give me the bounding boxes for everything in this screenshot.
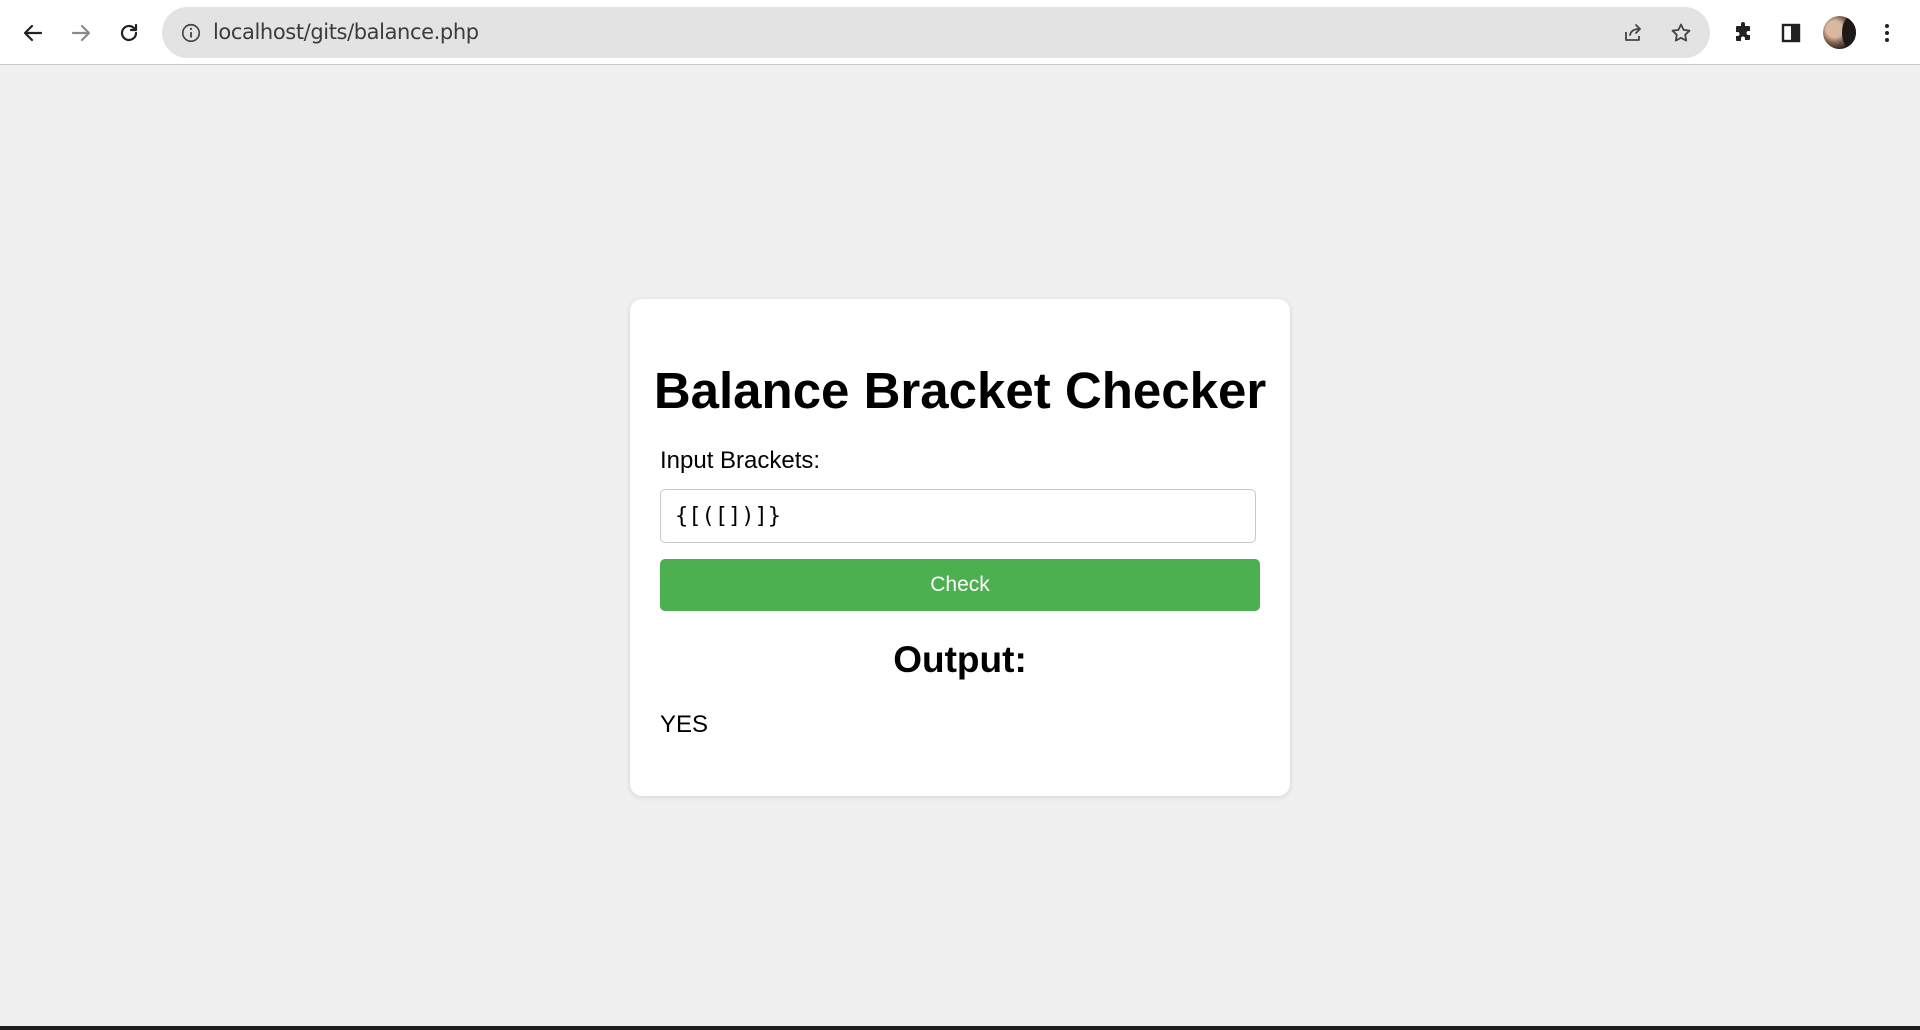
check-button[interactable]: Check: [660, 559, 1260, 611]
arrow-right-icon: [71, 24, 90, 41]
browser-toolbar: localhost/gits/balance.php: [0, 0, 1920, 65]
output-heading: Output:: [893, 639, 1027, 680]
reload-button[interactable]: [110, 14, 147, 51]
info-icon[interactable]: [178, 20, 203, 45]
kebab-menu-icon: [1884, 23, 1889, 42]
back-button[interactable]: [14, 14, 51, 51]
star-icon[interactable]: [1667, 19, 1695, 47]
address-bar[interactable]: localhost/gits/balance.php: [162, 7, 1710, 58]
side-panel-button[interactable]: [1772, 14, 1809, 51]
forward-button[interactable]: [62, 14, 99, 51]
puzzle-icon: [1735, 21, 1750, 41]
url-text[interactable]: localhost/gits/balance.php: [213, 7, 479, 58]
arrow-left-icon: [23, 24, 42, 41]
page-title: Balance Bracket Checker: [653, 362, 1267, 419]
profile-avatar[interactable]: [1823, 16, 1856, 49]
share-icon[interactable]: [1619, 19, 1647, 47]
taskbar-edge: [0, 1026, 1920, 1030]
output-result: YES: [660, 711, 709, 738]
brackets-input[interactable]: [660, 489, 1256, 543]
extensions-button[interactable]: [1724, 14, 1761, 51]
input-label: Input Brackets:: [660, 447, 821, 474]
checker-card: Balance Bracket Checker Input Brackets: …: [630, 299, 1290, 796]
browser-menu-button[interactable]: [1868, 14, 1905, 51]
side-panel-icon: [1781, 23, 1800, 42]
reload-icon: [120, 23, 137, 41]
